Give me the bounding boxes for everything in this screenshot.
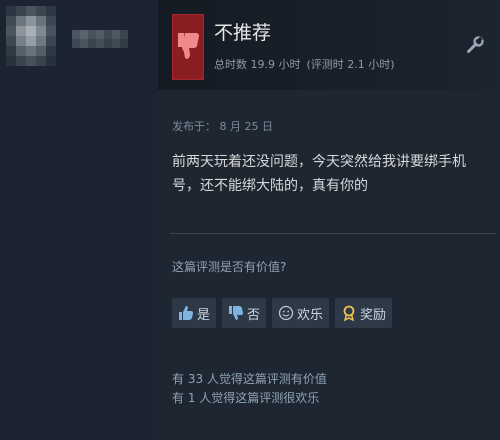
- smiley-icon: [278, 305, 294, 321]
- vote-no-button[interactable]: 否: [222, 298, 267, 328]
- vote-funny-button[interactable]: 欢乐: [272, 298, 330, 328]
- helpful-question: 这篇评测是否有价值?: [172, 260, 287, 274]
- divider: [170, 233, 496, 234]
- vote-no-label: 否: [247, 307, 261, 323]
- funny-count: 有 1 人觉得这篇评测很欢乐: [172, 391, 320, 405]
- vote-yes-label: 是: [197, 307, 211, 323]
- review-panel: 不推荐 总时数 19.9 小时 (评测时 2.1 小时) 发布于： 8 月 25 …: [158, 0, 500, 440]
- wrench-icon[interactable]: [466, 36, 484, 54]
- thumbs-up-icon: [179, 306, 193, 320]
- thumbs-down-icon: [229, 306, 244, 320]
- playtime-info: 总时数 19.9 小时 (评测时 2.1 小时): [214, 56, 395, 72]
- vote-funny-label: 欢乐: [297, 307, 324, 323]
- hours-at-review: (评测时 2.1 小时): [306, 58, 395, 71]
- helpful-count: 有 33 人觉得这篇评测有价值: [172, 372, 327, 386]
- award-label: 奖励: [360, 307, 387, 323]
- award-button[interactable]: 奖励: [335, 298, 393, 328]
- review-header: [158, 0, 500, 90]
- reviewer-name[interactable]: [72, 30, 128, 48]
- award-ribbon-icon: [343, 305, 355, 321]
- verdict-badge: [172, 14, 204, 80]
- verdict-title: 不推荐: [214, 22, 272, 44]
- vote-yes-button[interactable]: 是: [172, 298, 217, 328]
- thumbs-down-icon: [178, 33, 199, 59]
- posted-date: 发布于： 8 月 25 日: [172, 120, 273, 133]
- total-hours: 总时数 19.9 小时: [214, 58, 301, 71]
- reviewer-column: [0, 0, 158, 440]
- review-body: 前两天玩着还没问题，今天突然给我讲要绑手机号，还不能绑大陆的，真有你的: [172, 154, 466, 194]
- review-page: 不推荐 总时数 19.9 小时 (评测时 2.1 小时) 发布于： 8 月 25 …: [0, 0, 500, 440]
- reviewer-avatar[interactable]: [6, 6, 64, 68]
- rating-buttons: 是 否 欢乐 奖励: [172, 298, 393, 328]
